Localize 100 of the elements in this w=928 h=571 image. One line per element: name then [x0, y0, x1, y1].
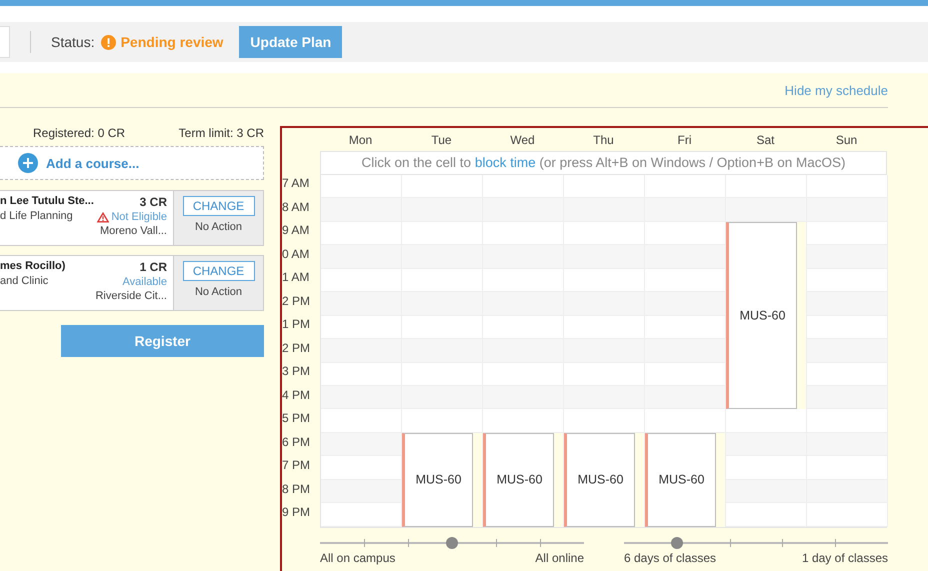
term-limit: Term limit: 3 CR: [178, 126, 264, 142]
class-event[interactable]: MUS-60: [726, 222, 797, 410]
time-label: 0 AM: [282, 246, 310, 262]
course-location: Moreno Vall...: [100, 225, 167, 237]
slider-handle[interactable]: [670, 536, 683, 548]
calendar-cell[interactable]: [807, 386, 888, 410]
time-label: 7 PM: [282, 457, 312, 474]
class-event[interactable]: MUS-60: [645, 432, 716, 527]
calendar-cell[interactable]: [321, 409, 402, 433]
calendar-cell[interactable]: [645, 175, 726, 198]
time-label: 4 PM: [282, 386, 312, 404]
time-label: 2 PM: [282, 292, 312, 310]
availability-status: Not Eligible: [111, 211, 167, 223]
event-label: MUS-60: [496, 472, 542, 488]
calendar-grid[interactable]: MUS-60 MUS-60 MUS-60 MUS-60 MUS-60: [320, 175, 887, 528]
calendar-cell[interactable]: [402, 175, 483, 198]
slider-label: All online: [535, 550, 584, 564]
event-label: MUS-60: [740, 308, 786, 324]
calendar-cell[interactable]: [321, 503, 402, 527]
time-label: 9 PM: [282, 504, 312, 521]
class-event[interactable]: MUS-60: [483, 432, 554, 527]
calendar-cell[interactable]: [321, 245, 402, 269]
calendar-cell[interactable]: [645, 222, 726, 246]
calendar-cell[interactable]: [726, 198, 807, 222]
calendar-cell[interactable]: [321, 432, 402, 456]
calendar-cell[interactable]: [321, 268, 402, 292]
calendar-cell[interactable]: [645, 292, 726, 316]
update-plan-button[interactable]: Update Plan: [239, 26, 342, 58]
course-credits: 1 CR: [140, 260, 167, 274]
calendar-cell[interactable]: [564, 175, 645, 198]
calendar-cell[interactable]: [726, 409, 807, 433]
time-label: 1 AM: [282, 269, 310, 286]
calendar-cell[interactable]: [321, 222, 402, 246]
calendar-cell[interactable]: [807, 316, 888, 340]
calendar-cell[interactable]: [807, 456, 888, 480]
calendar-cell[interactable]: [645, 245, 726, 269]
time-label: 7 AM: [282, 175, 310, 192]
calendar-cell[interactable]: [645, 268, 726, 292]
calendar-cell[interactable]: [321, 198, 402, 222]
calendar-cell[interactable]: [807, 268, 888, 292]
calendar-cell[interactable]: [645, 316, 726, 340]
status-value: Pending review: [120, 34, 224, 50]
day-header: Sat: [755, 132, 776, 146]
calendar-cell[interactable]: [645, 198, 726, 222]
calendar-cell[interactable]: [807, 198, 888, 222]
calendar-cell[interactable]: [321, 339, 402, 362]
calendar-cell[interactable]: [807, 362, 888, 386]
slider-label: 6 days of classes: [624, 550, 716, 564]
calendar-cell[interactable]: [645, 409, 726, 433]
slider-handle[interactable]: [446, 536, 458, 548]
calendar-cell[interactable]: [807, 480, 888, 504]
calendar-cell[interactable]: [321, 316, 402, 340]
calendar-cell[interactable]: [483, 409, 564, 433]
class-event[interactable]: MUS-60: [564, 432, 635, 527]
calendar-cell[interactable]: [321, 362, 402, 386]
calendar-cell[interactable]: [402, 409, 483, 433]
calendar-cell[interactable]: [726, 432, 807, 456]
add-course-button[interactable]: Add a course...: [0, 146, 264, 180]
action-status: No Action: [194, 221, 242, 233]
slider-label: All on campus: [320, 550, 396, 564]
calendar-cell[interactable]: [645, 362, 726, 386]
calendar-cell[interactable]: [807, 409, 888, 433]
calendar-cell[interactable]: [726, 503, 807, 527]
time-label: 8 PM: [282, 480, 312, 498]
course-title: n Lee Tutulu Ste...: [0, 195, 94, 207]
day-header: Fri: [676, 132, 692, 146]
calendar-cell[interactable]: [726, 175, 807, 198]
course-subtitle: d Life Planning: [0, 210, 74, 222]
calendar-cell[interactable]: [807, 222, 888, 246]
course-title: mes Rocillo): [0, 260, 66, 272]
hide-schedule-link[interactable]: Hide my schedule: [784, 82, 888, 98]
block-time-link[interactable]: block time: [474, 155, 536, 170]
calendar-cell[interactable]: [321, 386, 402, 410]
calendar-cell[interactable]: [807, 432, 888, 456]
change-button[interactable]: CHANGE: [182, 261, 254, 281]
block-time-hint: Click on the cell to block time (or press Alt+B on Windows / Option+B on MacOS): [320, 151, 887, 175]
change-button[interactable]: CHANGE: [182, 196, 254, 216]
calendar-cell[interactable]: [645, 386, 726, 410]
calendar-cell[interactable]: [726, 480, 807, 504]
time-label: 3 PM: [282, 363, 312, 380]
time-label: 1 PM: [282, 316, 312, 333]
calendar-cell[interactable]: [321, 456, 402, 480]
calendar-cell[interactable]: [807, 175, 888, 198]
class-event[interactable]: MUS-60: [402, 432, 473, 527]
calendar-cell[interactable]: [321, 175, 402, 198]
calendar-cell[interactable]: [807, 292, 888, 316]
calendar-cell[interactable]: [321, 292, 402, 316]
calendar-cell[interactable]: [645, 339, 726, 362]
calendar-cell[interactable]: [483, 175, 564, 198]
time-label: 2 PM: [282, 340, 312, 356]
calendar-cell[interactable]: [807, 339, 888, 362]
input-field[interactable]: [0, 26, 10, 58]
calendar-cell[interactable]: [321, 480, 402, 504]
calendar-cell[interactable]: [726, 456, 807, 480]
plus-icon: [18, 153, 38, 173]
calendar-cell[interactable]: [807, 503, 888, 527]
calendar-cell[interactable]: [807, 245, 888, 269]
calendar-cell[interactable]: [564, 409, 645, 433]
course-credits: 3 CR: [140, 195, 167, 209]
register-button[interactable]: Register: [61, 325, 264, 357]
